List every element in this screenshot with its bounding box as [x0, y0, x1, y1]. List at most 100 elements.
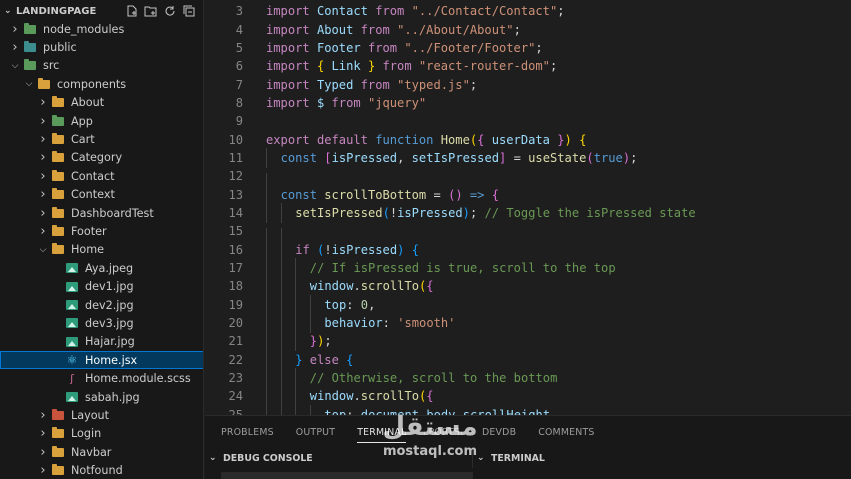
tree-item-home-module-scss[interactable]: ʃ Home.module.scss: [0, 369, 203, 387]
tab-output[interactable]: OUTPUT: [296, 416, 335, 448]
indent-guide: [309, 313, 311, 334]
code-token: document: [360, 407, 420, 415]
code-line[interactable]: 18 window.scrollTo({: [205, 276, 851, 297]
code-line[interactable]: 17 // If isPressed is true, scroll to the…: [205, 257, 851, 278]
folder-icon: [50, 445, 66, 459]
code-line[interactable]: 23 // Otherwise, scroll to the bottom: [205, 368, 851, 389]
code-line[interactable]: 13 const scrollToBottom = () => {: [205, 184, 851, 205]
tree-item-contact[interactable]: › Contact: [0, 167, 203, 185]
new-file-icon[interactable]: [125, 5, 138, 18]
tree-item-dashboardtest[interactable]: › DashboardTest: [0, 204, 203, 222]
code-line[interactable]: 8 import $ from "jquery": [205, 94, 851, 112]
code-line[interactable]: 14 setIsPressed(!isPressed); // Toggle th…: [205, 202, 851, 223]
folder-icon: [50, 224, 66, 238]
code-token: (): [448, 187, 463, 202]
chevron-down-icon[interactable]: ⌄: [4, 6, 16, 16]
folder-shape: [52, 243, 64, 255]
code-line[interactable]: 11 const [isPressed, setIsPressed] = useS…: [205, 147, 851, 168]
tab-comments[interactable]: COMMENTS: [538, 416, 594, 448]
tree-item-navbar[interactable]: › Navbar: [0, 443, 203, 461]
code-line[interactable]: 5 import Footer from "../Footer/Footer";: [205, 39, 851, 57]
code-token: // Otherwise, scroll to the bottom: [309, 371, 558, 386]
chevron-down-icon[interactable]: ⌄: [209, 453, 223, 463]
indent-guide: [266, 184, 267, 205]
code-token: (: [586, 150, 594, 165]
tab-problems[interactable]: PROBLEMS: [221, 416, 274, 448]
refresh-icon[interactable]: [163, 5, 176, 18]
tree-item-aya-jpeg[interactable]: Aya.jpeg: [0, 259, 203, 277]
code-line[interactable]: 16 if (!isPressed) {: [205, 239, 851, 260]
code-line[interactable]: 25 top: document.body.scrollHeight,: [205, 404, 851, 415]
indent-guide: [266, 257, 267, 278]
tree-item-label: Context: [71, 188, 115, 202]
chevron-right-icon: ›: [12, 21, 18, 37]
code-line[interactable]: 21});: [205, 331, 851, 352]
tree-item-hajar-jpg[interactable]: Hajar.jpg: [0, 333, 203, 351]
code-token: import: [266, 22, 310, 37]
code-line[interactable]: 12: [205, 167, 851, 194]
tree-item-footer[interactable]: › Footer: [0, 222, 203, 240]
chevron-right-icon: ›: [40, 150, 46, 166]
tree-item-src[interactable]: ⌵ src: [0, 57, 203, 75]
tree-item-home[interactable]: ⌵ Home: [0, 241, 203, 259]
code-line[interactable]: 3 import Contact from "../Contact/Contact…: [205, 2, 851, 20]
line-number: 9: [235, 114, 243, 129]
code-token: setIsPressed: [411, 150, 500, 165]
folder-shape: [52, 96, 64, 108]
code-token: import: [266, 40, 310, 55]
chevron-right-icon: ›: [12, 40, 18, 56]
tree-item-about[interactable]: › About: [0, 94, 203, 112]
code-token: Contact: [316, 4, 368, 19]
tree-item-home-jsx[interactable]: ⚛ Home.jsx: [0, 351, 203, 370]
tree-item-app[interactable]: › App: [0, 112, 203, 130]
terminal-section[interactable]: ⌄ TERMINAL: [473, 448, 851, 468]
tree-item-dev1-jpg[interactable]: dev1.jpg: [0, 277, 203, 295]
code-token: if: [295, 242, 310, 257]
indent-guide: [266, 386, 267, 407]
code-line[interactable]: 6 import { Link } from "react-router-dom"…: [205, 57, 851, 75]
tree-item-node-modules[interactable]: › node_modules: [0, 20, 203, 38]
code-line[interactable]: 22} else {: [205, 349, 851, 370]
line-number: 24: [228, 389, 243, 404]
chevron-down-icon: ⌵: [25, 79, 33, 90]
tree-item-dev2-jpg[interactable]: dev2.jpg: [0, 296, 203, 314]
tree-item-components[interactable]: ⌵ components: [0, 75, 203, 93]
explorer-header[interactable]: ⌄ LANDINGPAGE: [0, 0, 203, 22]
code-line[interactable]: 19 top: 0,: [205, 294, 851, 315]
tree-item-layout[interactable]: › Layout: [0, 406, 203, 424]
tree-item-cart[interactable]: › Cart: [0, 130, 203, 148]
chevron-down-icon: ⌵: [39, 244, 47, 255]
tab-ports[interactable]: PORTS: [428, 416, 460, 448]
tree-item-sabah-jpg[interactable]: sabah.jpg: [0, 388, 203, 406]
tree-item-category[interactable]: › Category: [0, 149, 203, 167]
tree-item-notfound[interactable]: › Notfound: [0, 461, 203, 479]
tree-item-login[interactable]: › Login: [0, 425, 203, 443]
debug-console-input[interactable]: [221, 472, 473, 479]
code-editor[interactable]: 3 import Contact from "../Contact/Contact…: [205, 0, 851, 415]
collapse-all-icon[interactable]: [182, 5, 195, 18]
tree-item-context[interactable]: › Context: [0, 186, 203, 204]
debug-console-section[interactable]: ⌄ DEBUG CONSOLE: [205, 448, 473, 479]
code-token: {: [579, 132, 587, 147]
new-folder-icon[interactable]: [144, 5, 157, 18]
code-line[interactable]: 10 export default function Home({ userDat…: [205, 130, 851, 148]
code-token: ,: [397, 150, 412, 165]
chevron-down-icon[interactable]: ⌄: [477, 453, 491, 463]
tab-terminal[interactable]: TERMINAL: [357, 416, 407, 448]
code-line[interactable]: 24 window.scrollTo({: [205, 386, 851, 407]
tree-item-dev3-jpg[interactable]: dev3.jpg: [0, 314, 203, 332]
tree-item-public[interactable]: › public: [0, 38, 203, 56]
code-line[interactable]: 9: [205, 112, 851, 130]
code-line[interactable]: 7 import Typed from "typed.js";: [205, 75, 851, 93]
code-line[interactable]: 4 import About from "../About/About";: [205, 20, 851, 38]
indent-guide: [280, 202, 282, 223]
chevron-right-icon: ›: [40, 187, 46, 203]
code-line[interactable]: 15: [205, 222, 851, 249]
tab-devdb[interactable]: DEVDB: [482, 416, 516, 448]
code-line[interactable]: 20 behavior: 'smooth': [205, 313, 851, 334]
